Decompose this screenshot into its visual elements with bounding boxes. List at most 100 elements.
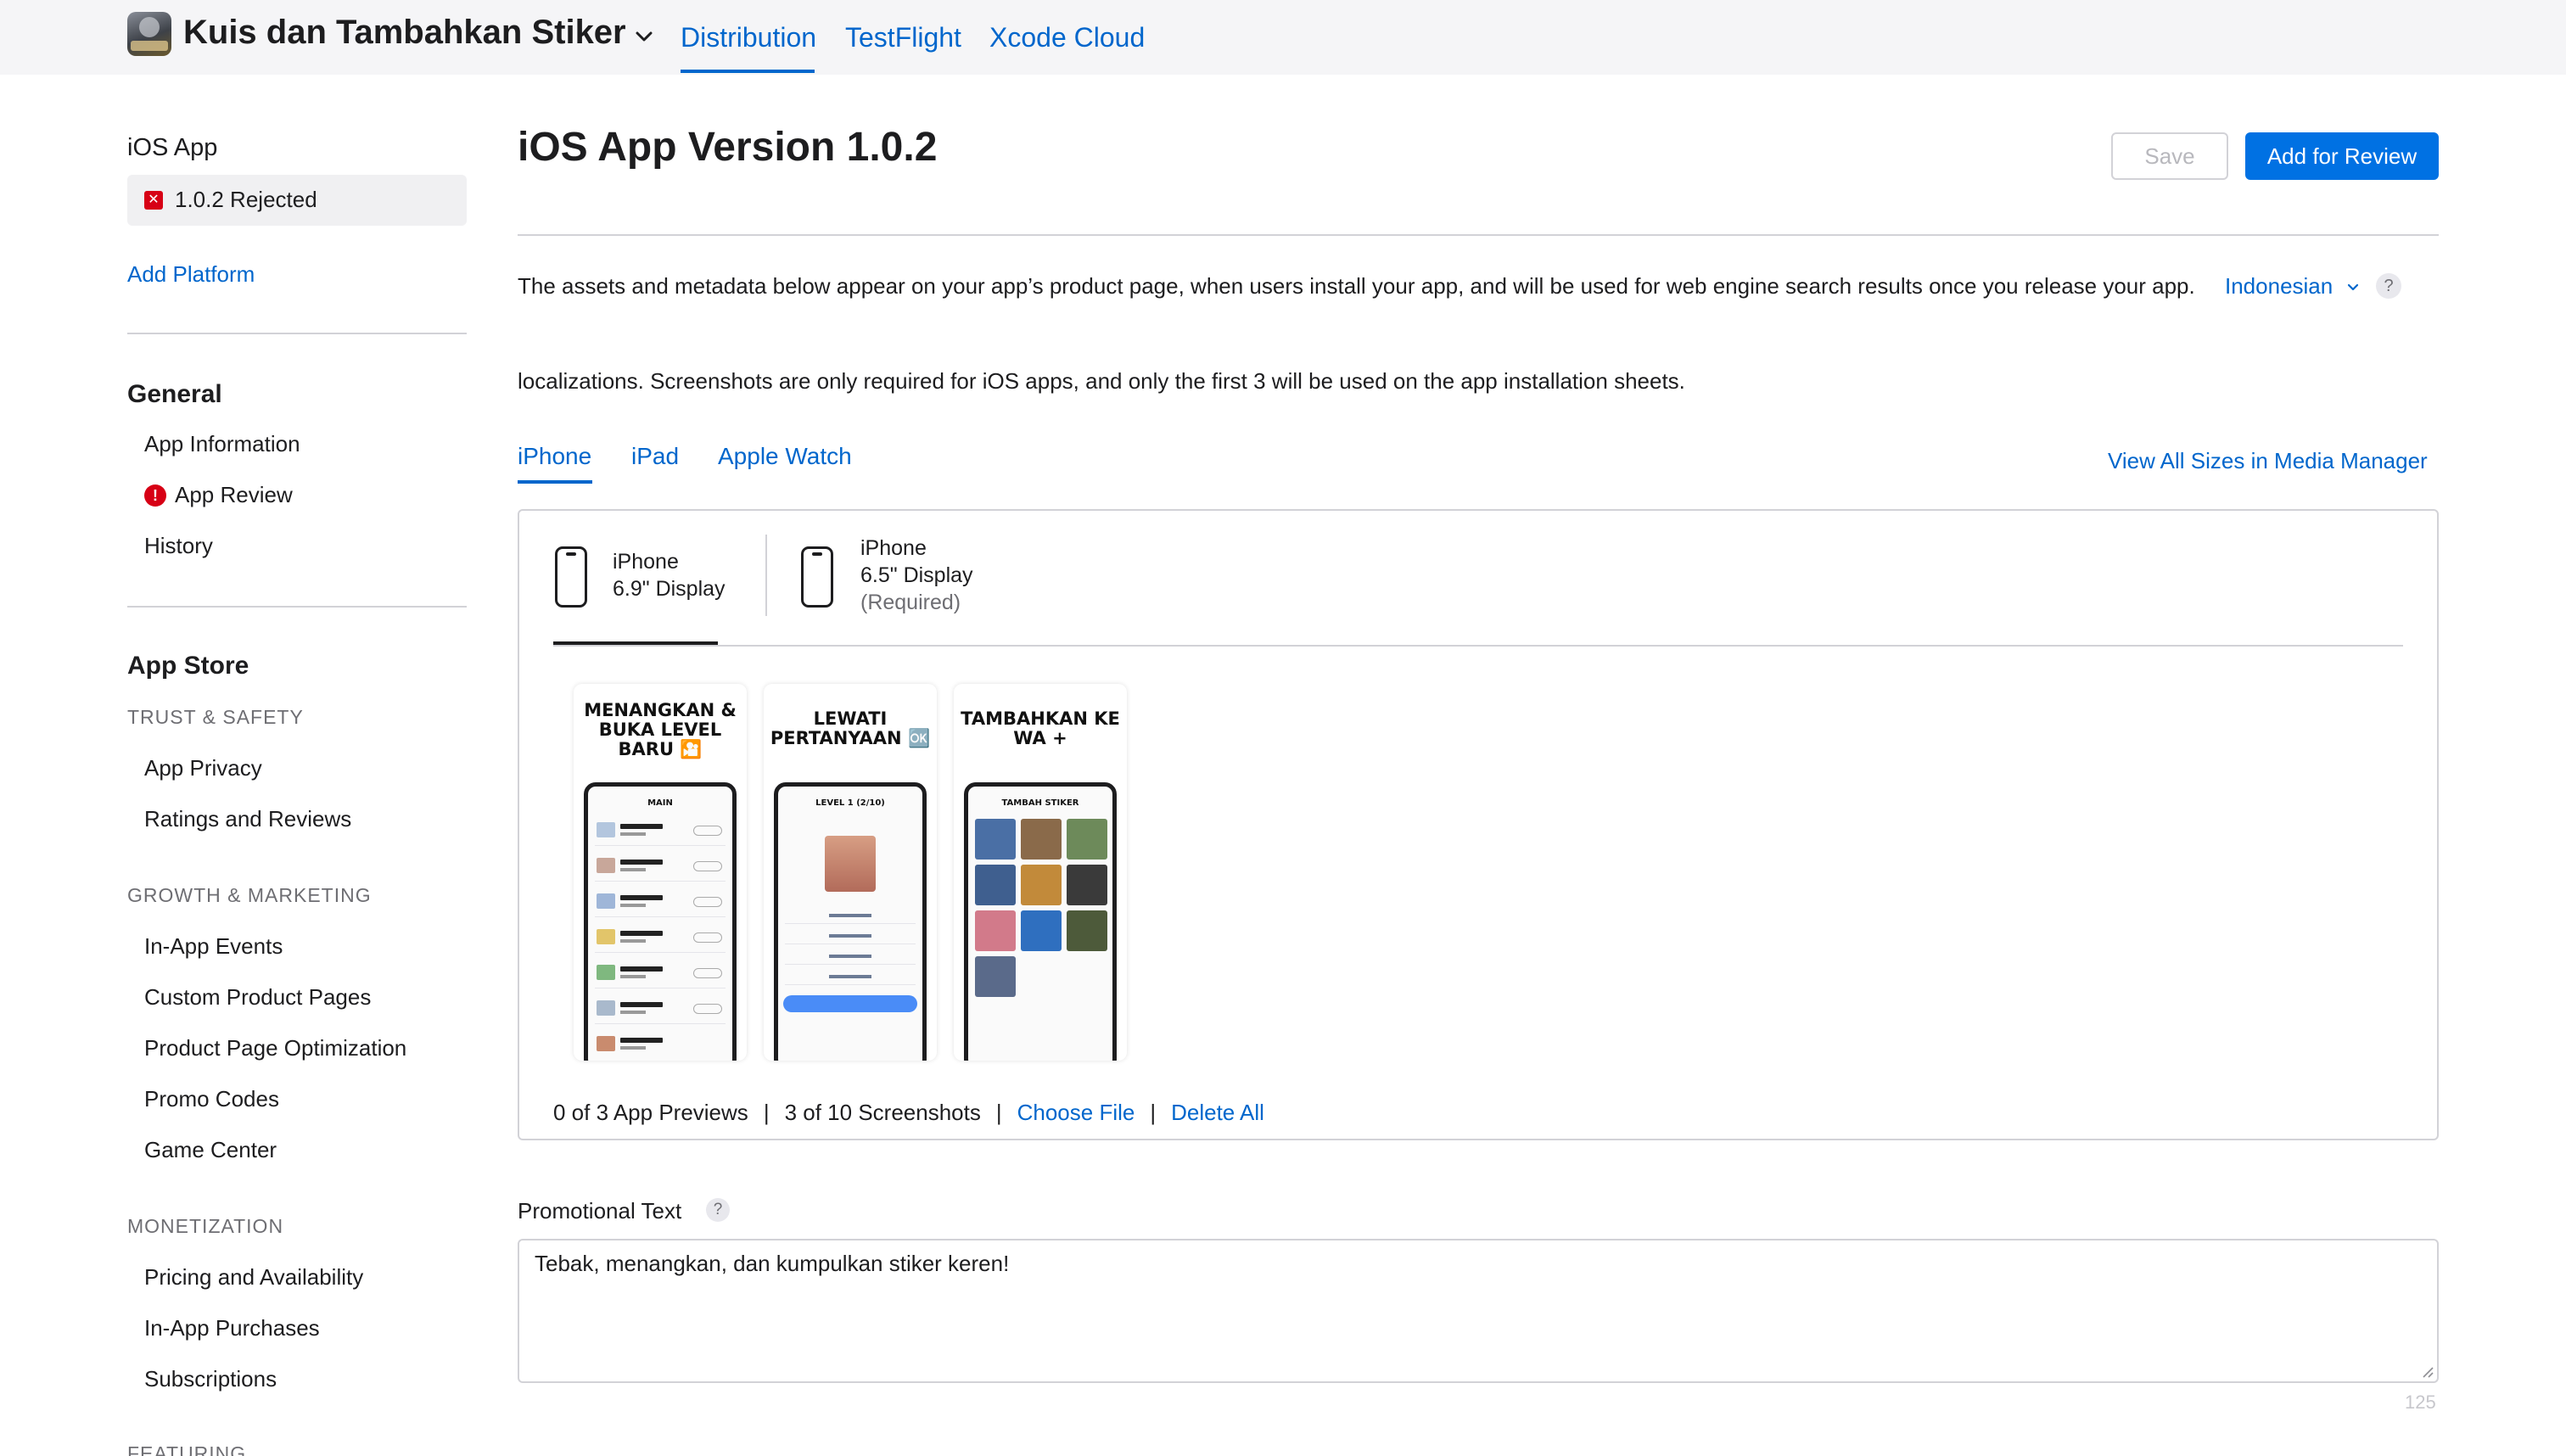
sidebar-item-version[interactable]: ✕ 1.0.2 Rejected (127, 175, 467, 226)
app-icon-figure (139, 17, 160, 37)
sidebar-item-app-review[interactable]: App Review (175, 482, 293, 508)
screenshot-description: localizations. Screenshots are only requ… (518, 368, 1685, 394)
sidebar-category-trust-safety: TRUST & SAFETY (127, 706, 304, 728)
screenshot-phone-frame: TAMBAH STIKER (964, 782, 1117, 1061)
footer-separator: | (763, 1100, 770, 1125)
help-icon[interactable]: ? (2376, 273, 2401, 299)
sidebar-category-growth-marketing: GROWTH & MARKETING (127, 884, 372, 906)
choose-file-link[interactable]: Choose File (1017, 1100, 1135, 1125)
display-size-label: 6.9" Display (613, 577, 726, 601)
display-size-device: iPhone (613, 550, 679, 574)
tab-iphone-underline (518, 480, 592, 484)
character-count: 125 (2405, 1392, 2436, 1413)
sidebar-category-featuring: FEATURING (127, 1442, 247, 1456)
promotional-text-field[interactable]: Tebak, menangkan, dan kumpulkan stiker k… (518, 1239, 2439, 1383)
add-for-review-button[interactable]: Add for Review (2245, 132, 2439, 180)
answer-option (785, 970, 916, 985)
sidebar-item-in-app-events[interactable]: In-App Events (144, 933, 283, 960)
answer-option (785, 949, 916, 965)
footer-separator: | (995, 1100, 1002, 1125)
display-size-separator (765, 535, 767, 616)
main-divider (518, 234, 2439, 236)
display-size-6-5[interactable]: iPhone 6.5" Display (Required) (799, 535, 1020, 645)
sidebar-item-product-page-optimization[interactable]: Product Page Optimization (144, 1035, 406, 1061)
tab-xcode-cloud[interactable]: Xcode Cloud (989, 22, 1145, 53)
display-size-6-9[interactable]: iPhone 6.9" Display (553, 535, 748, 645)
screenshot-thumbnail[interactable]: LEWATI PERTANYAAN 🆗 LEVEL 1 (2/10) (764, 684, 937, 1061)
resize-handle-icon[interactable] (2420, 1364, 2434, 1378)
sidebar-item-game-center[interactable]: Game Center (144, 1137, 277, 1163)
alert-icon: ! (144, 484, 166, 507)
delete-all-link[interactable]: Delete All (1171, 1100, 1264, 1125)
app-name[interactable]: Kuis dan Tambahkan Stiker (183, 14, 626, 52)
chevron-down-icon[interactable] (2345, 280, 2361, 295)
page-title: iOS App Version 1.0.2 (518, 125, 938, 170)
tab-distribution-underline (681, 70, 815, 73)
tab-iphone[interactable]: iPhone (518, 443, 591, 470)
sidebar-item-ratings-reviews[interactable]: Ratings and Reviews (144, 806, 351, 832)
app-icon-label-strip (131, 41, 168, 51)
sidebar-divider (127, 606, 467, 608)
screenshot-thumbnail[interactable]: TAMBAHKAN KE WA + TAMBAH STIKER (954, 684, 1127, 1061)
tab-distribution[interactable]: Distribution (681, 22, 816, 53)
tab-apple-watch[interactable]: Apple Watch (718, 443, 852, 470)
screenshot-screen-title: MAIN (647, 798, 673, 808)
media-footer: 0 of 3 App Previews | 3 of 10 Screenshots |… (553, 1100, 1264, 1126)
sidebar-item-custom-product-pages[interactable]: Custom Product Pages (144, 984, 371, 1011)
screenshot-caption: TAMBAHKAN KE WA + (961, 708, 1120, 748)
sidebar-item-pricing-availability[interactable]: Pricing and Availability (144, 1264, 363, 1291)
sidebar-app-store-title: App Store (127, 652, 249, 680)
screenshot-caption: MENANGKAN & BUKA LEVEL BARU 🎦 (584, 700, 737, 759)
tab-testflight[interactable]: TestFlight (845, 22, 961, 53)
screenshot-phone-frame: LEVEL 1 (2/10) (774, 782, 927, 1061)
footer-separator: | (1150, 1100, 1157, 1125)
version-status: 1.0.2 Rejected (175, 187, 317, 212)
metadata-description: The assets and metadata below appear on … (518, 273, 2195, 299)
sidebar-category-monetization: MONETIZATION (127, 1215, 284, 1237)
media-divider (553, 645, 2403, 647)
screenshots-count: 3 of 10 Screenshots (784, 1100, 981, 1125)
rejected-icon: ✕ (144, 191, 163, 210)
list-item (595, 853, 726, 882)
sidebar-item-app-information[interactable]: App Information (144, 431, 300, 457)
display-size-required: (Required) (860, 591, 961, 614)
sidebar-item-history[interactable]: History (144, 533, 213, 559)
screenshot-caption: LEWATI PERTANYAAN 🆗 (770, 708, 931, 748)
sidebar-item-in-app-purchases[interactable]: In-App Purchases (144, 1315, 320, 1341)
chevron-down-icon[interactable] (633, 25, 655, 48)
screenshot-thumbnail[interactable]: MENANGKAN & BUKA LEVEL BARU 🎦 MAIN (574, 684, 747, 1061)
list-item (595, 924, 726, 953)
media-panel: iPhone 6.9" Display iPhone 6.5" Display … (518, 509, 2439, 1140)
list-item (595, 888, 726, 917)
language-select[interactable]: Indonesian (2225, 273, 2333, 300)
view-all-sizes-link[interactable]: View All Sizes in Media Manager (2108, 448, 2428, 474)
answer-option (785, 929, 916, 944)
help-icon[interactable]: ? (706, 1198, 730, 1222)
sidebar-general-title: General (127, 380, 222, 408)
screenshot-phone-frame: MAIN (584, 782, 737, 1061)
tab-ipad[interactable]: iPad (631, 443, 679, 470)
promotional-text-label: Promotional Text (518, 1198, 682, 1224)
sidebar-item-promo-codes[interactable]: Promo Codes (144, 1086, 279, 1112)
sidebar-platform-title: iOS App (127, 134, 218, 161)
screenshot-screen-title: LEVEL 1 (2/10) (815, 798, 885, 808)
answer-option (785, 909, 916, 924)
sidebar-item-subscriptions[interactable]: Subscriptions (144, 1366, 277, 1392)
list-item (595, 817, 726, 846)
app-previews-count: 0 of 3 App Previews (553, 1100, 748, 1125)
iphone-icon (801, 546, 833, 608)
list-item (595, 1031, 726, 1060)
display-size-device: iPhone (860, 536, 927, 560)
list-item (595, 995, 726, 1024)
list-item (595, 960, 726, 988)
iphone-icon (555, 546, 587, 608)
display-size-label: 6.5" Display (860, 563, 973, 587)
add-platform-link[interactable]: Add Platform (127, 261, 255, 288)
save-button[interactable]: Save (2111, 132, 2228, 180)
quiz-image (825, 836, 876, 892)
app-icon (127, 12, 171, 56)
sidebar-divider (127, 333, 467, 334)
promotional-text-value: Tebak, menangkan, dan kumpulkan stiker k… (535, 1251, 1010, 1276)
top-bar: Kuis dan Tambahkan Stiker Distribution T… (0, 0, 2566, 75)
sidebar-item-app-privacy[interactable]: App Privacy (144, 755, 262, 781)
